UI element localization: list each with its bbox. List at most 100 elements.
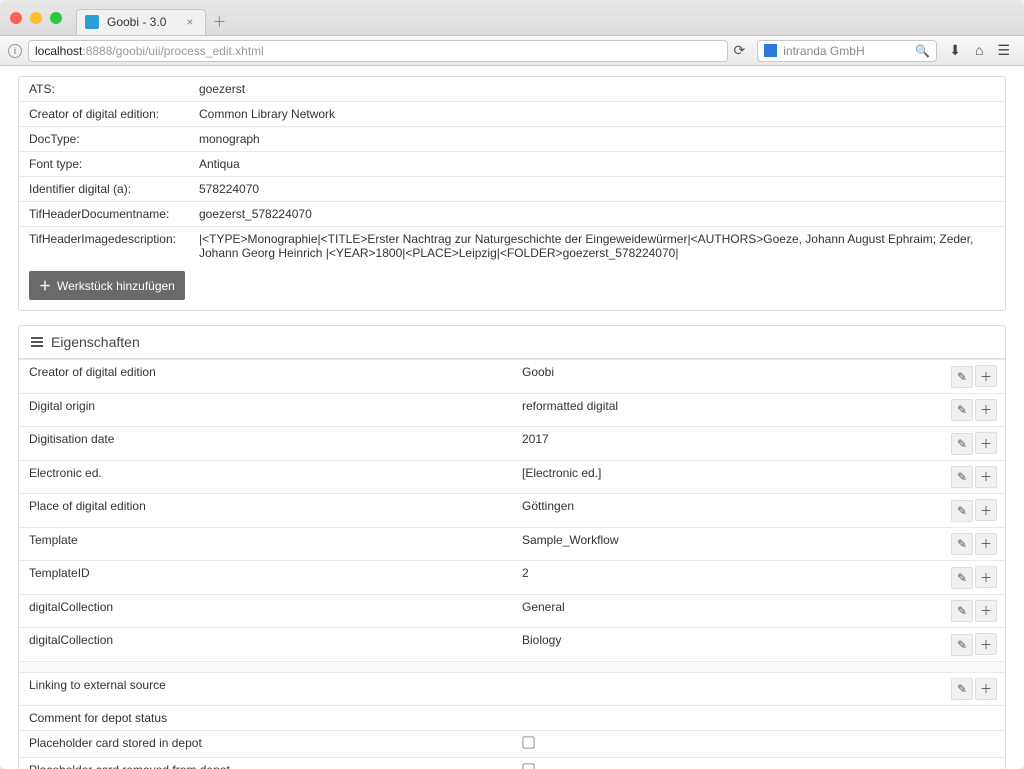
property-key: digitalCollection — [19, 594, 512, 628]
add-button[interactable]: ＋ — [975, 633, 997, 655]
magnifier-icon: 🔍 — [915, 44, 930, 58]
add-button[interactable]: ＋ — [975, 365, 997, 387]
property-value: Goobi — [512, 360, 941, 394]
edit-button[interactable]: ✎ — [951, 366, 973, 388]
workpiece-key: Identifier digital (a): — [19, 177, 189, 202]
property-actions: ✎＋ — [941, 672, 1005, 706]
property-actions: ✎＋ — [941, 494, 1005, 528]
property-key: Placeholder card removed from depot — [19, 758, 512, 769]
edit-button[interactable]: ✎ — [951, 466, 973, 488]
edit-button[interactable]: ✎ — [951, 600, 973, 622]
edit-button[interactable]: ✎ — [951, 500, 973, 522]
property-row: Place of digital editionGöttingen✎＋ — [19, 494, 1005, 528]
tab-title: Goobi - 3.0 — [107, 15, 166, 29]
tab-close-icon[interactable]: × — [186, 15, 193, 29]
home-icon[interactable]: ⌂ — [975, 42, 983, 59]
url-host: localhost — [35, 44, 82, 58]
search-placeholder: intranda GmbH — [783, 44, 864, 58]
property-actions: ✎＋ — [941, 360, 1005, 394]
add-button[interactable]: ＋ — [975, 566, 997, 588]
add-button[interactable]: ＋ — [975, 432, 997, 454]
app-window: Goobi - 3.0 × ＋ i localhost:8888/goobi/u… — [0, 0, 1024, 769]
urlbar-row: i localhost:8888/goobi/uii/process_edit.… — [0, 36, 1024, 66]
property-actions-empty — [941, 706, 1005, 731]
properties-panel: Eigenschaften Creator of digital edition… — [18, 325, 1006, 769]
property-value: Sample_Workflow — [512, 527, 941, 561]
window-maximize-icon[interactable] — [50, 12, 62, 24]
property-row: Creator of digital editionGoobi✎＋ — [19, 360, 1005, 394]
workpiece-value: goezerst_578224070 — [189, 202, 1005, 227]
add-button[interactable]: ＋ — [975, 466, 997, 488]
content-area: ATS:goezerstCreator of digital edition:C… — [0, 66, 1024, 769]
workpiece-key: ATS: — [19, 77, 189, 102]
add-button[interactable]: ＋ — [975, 600, 997, 622]
workpiece-row: DocType:monograph — [19, 127, 1005, 152]
property-value — [512, 758, 941, 769]
traffic-lights — [10, 12, 62, 24]
browser-tab[interactable]: Goobi - 3.0 × — [76, 9, 206, 35]
window-minimize-icon[interactable] — [30, 12, 42, 24]
workpiece-key: TifHeaderDocumentname: — [19, 202, 189, 227]
property-value: reformatted digital — [512, 393, 941, 427]
property-row: Comment for depot status — [19, 706, 1005, 731]
properties-heading-label: Eigenschaften — [51, 334, 140, 350]
new-tab-button[interactable]: ＋ — [212, 12, 226, 32]
property-key: digitalCollection — [19, 628, 512, 662]
plus-icon: ＋ — [39, 277, 51, 294]
site-info-icon[interactable]: i — [8, 44, 22, 58]
property-row: TemplateSample_Workflow✎＋ — [19, 527, 1005, 561]
property-value — [512, 706, 941, 731]
property-checkbox[interactable] — [522, 763, 534, 769]
edit-button[interactable]: ✎ — [951, 567, 973, 589]
add-workpiece-label: Werkstück hinzufügen — [57, 279, 175, 293]
window-close-icon[interactable] — [10, 12, 22, 24]
property-actions-empty — [941, 731, 1005, 758]
spacer — [19, 661, 1005, 672]
add-button[interactable]: ＋ — [975, 499, 997, 521]
workpiece-key: DocType: — [19, 127, 189, 152]
property-actions-empty — [941, 758, 1005, 769]
property-actions: ✎＋ — [941, 427, 1005, 461]
edit-button[interactable]: ✎ — [951, 433, 973, 455]
url-field[interactable]: localhost:8888/goobi/uii/process_edit.xh… — [28, 40, 728, 62]
add-button[interactable]: ＋ — [975, 399, 997, 421]
url-rest: :8888/goobi/uii/process_edit.xhtml — [82, 44, 263, 58]
downloads-icon[interactable]: ⬇ — [949, 42, 961, 59]
property-key: TemplateID — [19, 561, 512, 595]
property-value: General — [512, 594, 941, 628]
property-key: Comment for depot status — [19, 706, 512, 731]
property-key: Digital origin — [19, 393, 512, 427]
add-button[interactable]: ＋ — [975, 533, 997, 555]
workpiece-value: Common Library Network — [189, 102, 1005, 127]
browser-search-field[interactable]: intranda GmbH 🔍 — [757, 40, 937, 62]
add-workpiece-button[interactable]: ＋ Werkstück hinzufügen — [29, 271, 185, 300]
property-actions: ✎＋ — [941, 460, 1005, 494]
property-actions: ✎＋ — [941, 594, 1005, 628]
edit-button[interactable]: ✎ — [951, 533, 973, 555]
workpiece-row: Identifier digital (a):578224070 — [19, 177, 1005, 202]
property-actions: ✎＋ — [941, 527, 1005, 561]
property-row: digitalCollectionGeneral✎＋ — [19, 594, 1005, 628]
workpiece-key: Creator of digital edition: — [19, 102, 189, 127]
workpiece-value: goezerst — [189, 77, 1005, 102]
property-actions: ✎＋ — [941, 628, 1005, 662]
menu-icon[interactable]: ☰ — [997, 42, 1010, 59]
browser-toolbar-icons: ⬇ ⌂ ☰ — [943, 42, 1016, 59]
property-checkbox[interactable] — [522, 736, 534, 748]
property-key: Place of digital edition — [19, 494, 512, 528]
property-value: Göttingen — [512, 494, 941, 528]
reload-icon[interactable]: ⟳ — [734, 42, 752, 59]
property-key: Creator of digital edition — [19, 360, 512, 394]
edit-button[interactable]: ✎ — [951, 678, 973, 700]
workpiece-value: 578224070 — [189, 177, 1005, 202]
property-key: Linking to external source — [19, 672, 512, 706]
edit-button[interactable]: ✎ — [951, 634, 973, 656]
tab-favicon-icon — [85, 15, 99, 29]
edit-button[interactable]: ✎ — [951, 399, 973, 421]
property-row: Placeholder card stored in depot — [19, 731, 1005, 758]
property-value: [Electronic ed.] — [512, 460, 941, 494]
add-button[interactable]: ＋ — [975, 678, 997, 700]
property-value: 2017 — [512, 427, 941, 461]
property-key: Digitisation date — [19, 427, 512, 461]
property-row: Digitisation date2017✎＋ — [19, 427, 1005, 461]
